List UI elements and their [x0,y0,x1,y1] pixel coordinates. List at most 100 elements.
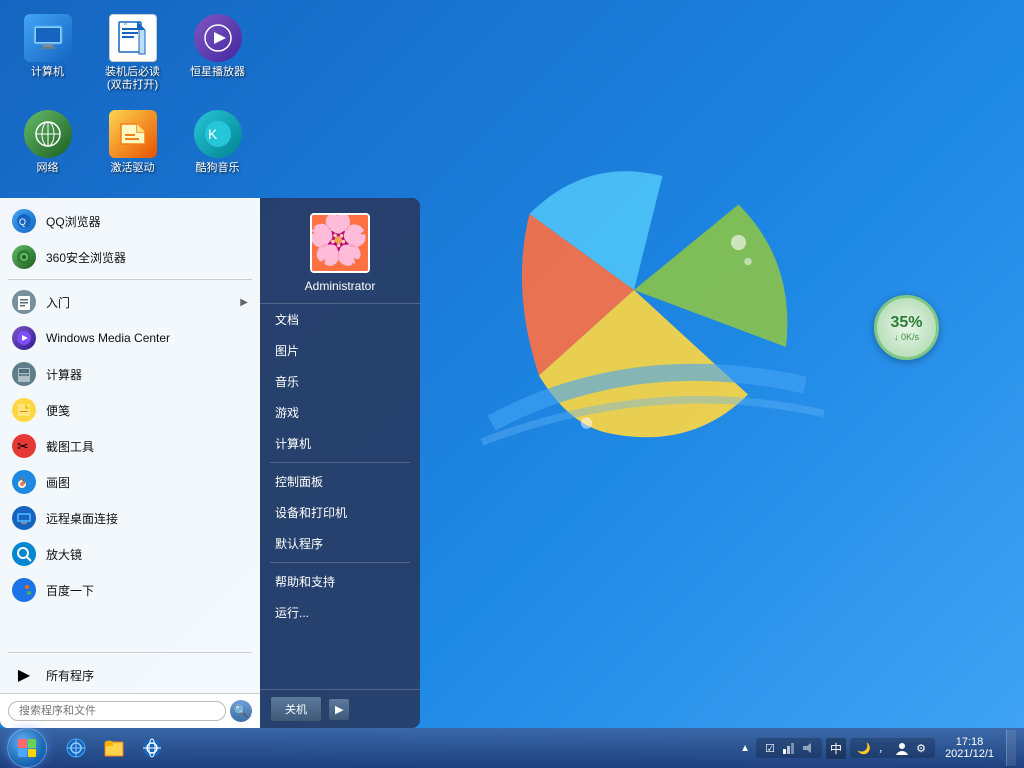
qq-browser-icon: Q [12,209,36,233]
desktop-icon-activate[interactable]: 激活驱动 [95,106,170,179]
sticky-notes-label: 便笺 [46,402,248,419]
right-menu-devices[interactable]: 设备和打印机 [260,497,420,528]
right-menu-pictures[interactable]: 图片 [260,335,420,366]
remote-label: 远程桌面连接 [46,510,248,527]
tray-moon-icon[interactable]: 🌙 [856,740,872,756]
calculator-label: 计算器 [46,366,248,383]
start-menu-right: Administrator 文档 图片 音乐 游戏 计算机 [260,198,420,728]
search-input[interactable] [8,701,226,721]
network-percent: 35% [890,314,922,332]
search-button[interactable]: 🔍 [230,700,252,722]
music-label: 酷狗音乐 [196,162,240,175]
remote-icon [12,506,36,530]
desktop-icon-network[interactable]: 网络 [10,106,85,179]
tray-settings-icon[interactable]: ⚙ [913,740,929,756]
snipping-icon: ✂ [12,434,36,458]
tray-time-display: 17:18 [956,736,984,748]
right-menu-music[interactable]: 音乐 [260,366,420,397]
right-menu-defaults[interactable]: 默认程序 [260,528,420,559]
shutdown-button[interactable]: 关机 [270,696,322,722]
desktop-icon-music[interactable]: K 酷狗音乐 [180,106,255,179]
user-name-label: Administrator [305,279,376,293]
ime-indicator[interactable]: 中 [826,738,846,759]
start-menu-360-browser[interactable]: 360安全浏览器 [0,239,260,275]
left-divider-1 [8,279,252,280]
calculator-icon [12,362,36,386]
desktop-icon-row-1: 计算机 W 装机后必读(双击打开) [10,10,255,96]
activate-label: 激活驱动 [111,162,155,175]
help-label: 帮助和支持 [275,573,335,590]
tray-punctuation-icon[interactable]: ， [875,740,891,756]
taskbar-ie[interactable] [134,730,170,766]
tray-volume-icon[interactable] [800,740,816,756]
start-menu-qq-browser[interactable]: Q QQ浏览器 [0,203,260,239]
tray-icons: ☑ [756,738,822,758]
notification-arrow[interactable]: ▲ [738,741,752,756]
paint-label: 画图 [46,474,248,491]
network-speed: ↓ 0K/s [894,332,919,342]
start-menu-snipping[interactable]: ✂ 截图工具 [0,428,260,464]
tray-checkbox-icon[interactable]: ☑ [762,740,778,756]
flag-yellow [28,749,37,758]
network-label: 网络 [37,162,59,175]
right-divider-2 [270,562,410,563]
start-orb [7,728,47,768]
start-menu-left-items: Q QQ浏览器 360安全浏览器 入门 ▶ [0,198,260,648]
media-player-icon [194,14,242,62]
taskbar-explorer[interactable] [96,730,132,766]
all-programs-label: 所有程序 [46,667,248,684]
taskbar: ▲ ☑ 中 🌙 ， [0,728,1024,768]
tray-icons-2: 🌙 ， ⚙ [850,738,935,758]
start-menu-all-programs[interactable]: ▶ 所有程序 [0,657,260,693]
activate-icon [109,110,157,158]
tray-network-icon[interactable] [781,740,797,756]
right-menu-games[interactable]: 游戏 [260,397,420,428]
user-avatar[interactable] [310,213,370,273]
shutdown-bar: 关机 ▶ [260,689,420,728]
start-menu-media-center[interactable]: Windows Media Center [0,320,260,356]
magnifier-label: 放大镜 [46,546,248,563]
right-menu-run[interactable]: 运行... [260,597,420,628]
right-menu-documents[interactable]: 文档 [260,304,420,335]
right-menu-computer[interactable]: 计算机 [260,428,420,459]
baidu-icon [12,578,36,602]
right-menu-items: 文档 图片 音乐 游戏 计算机 控制面板 [260,304,420,689]
flag-green [28,739,37,748]
start-button[interactable] [0,728,54,768]
left-divider-bottom [8,652,252,653]
360-browser-icon [12,245,36,269]
windows-flag [444,100,824,480]
devices-label: 设备和打印机 [275,504,347,521]
desktop-icon-media-player[interactable]: 恒星播放器 [180,10,255,96]
start-menu-baidu[interactable]: 百度一下 [0,572,260,608]
defaults-label: 默认程序 [275,535,323,552]
360-browser-label: 360安全浏览器 [46,249,248,266]
tray-user-icon[interactable] [894,740,910,756]
computer-label-right: 计算机 [275,435,311,452]
start-menu-paint[interactable]: 画图 [0,464,260,500]
start-menu-calculator[interactable]: 计算器 [0,356,260,392]
network-icon-img [24,110,72,158]
taskbar-network-icon[interactable] [58,730,94,766]
user-section: Administrator [260,198,420,304]
network-meter: 35% ↓ 0K/s [874,295,939,360]
baidu-label: 百度一下 [46,582,248,599]
show-desktop-button[interactable] [1006,730,1016,766]
control-panel-label: 控制面板 [275,473,323,490]
start-menu-magnifier[interactable]: 放大镜 [0,536,260,572]
qq-browser-label: QQ浏览器 [46,213,248,230]
music-label-right: 音乐 [275,373,299,390]
tray-time[interactable]: 17:18 2021/12/1 [939,734,1000,762]
right-menu-help[interactable]: 帮助和支持 [260,566,420,597]
intro-label: 入门 [46,294,230,311]
install-label: 装机后必读(双击打开) [99,66,166,92]
start-menu-intro[interactable]: 入门 ▶ [0,284,260,320]
desktop-icon-install[interactable]: W 装机后必读(双击打开) [95,10,170,96]
search-bar: 🔍 [0,693,260,728]
shutdown-arrow-button[interactable]: ▶ [328,698,350,721]
start-menu-remote[interactable]: 远程桌面连接 [0,500,260,536]
desktop-icon-computer[interactable]: 计算机 [10,10,85,96]
magnifier-icon [12,542,36,566]
start-menu-sticky-notes[interactable]: 便笺 [0,392,260,428]
right-menu-control-panel[interactable]: 控制面板 [260,466,420,497]
